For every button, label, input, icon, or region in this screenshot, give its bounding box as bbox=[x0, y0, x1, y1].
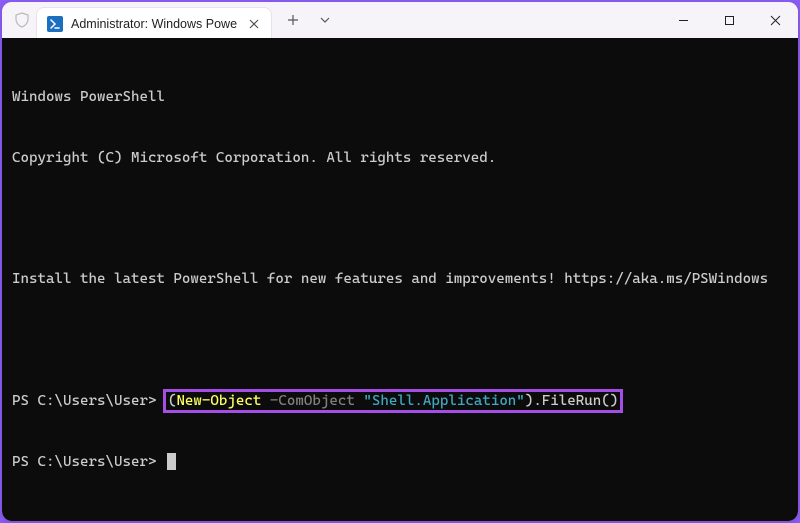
output-line: Copyright (C) Microsoft Corporation. All… bbox=[12, 148, 788, 168]
maximize-button[interactable] bbox=[706, 2, 752, 38]
output-line: Windows PowerShell bbox=[12, 87, 788, 107]
close-icon bbox=[770, 15, 781, 26]
token-parameter: -ComObject bbox=[270, 393, 355, 409]
powershell-icon bbox=[47, 16, 63, 32]
highlighted-command: (New-Object -ComObject "Shell.Applicatio… bbox=[163, 389, 623, 413]
token-string: "Shell.Application" bbox=[363, 393, 524, 409]
command-line: PS C:\Users\User> (New-Object -ComObject… bbox=[12, 391, 788, 411]
tab-dropdown-button[interactable] bbox=[310, 5, 340, 35]
close-icon bbox=[249, 19, 259, 29]
prompt: PS C:\Users\User> bbox=[12, 454, 165, 470]
tab-close-button[interactable] bbox=[245, 15, 263, 33]
app-menu-icon[interactable] bbox=[8, 2, 36, 38]
terminal-window: Administrator: Windows Powe bbox=[2, 2, 798, 521]
minimize-icon bbox=[678, 15, 689, 26]
blank-line bbox=[12, 209, 788, 229]
window-controls bbox=[660, 2, 798, 38]
tab-active[interactable]: Administrator: Windows Powe bbox=[36, 7, 272, 39]
chevron-down-icon bbox=[320, 15, 330, 25]
tab-title: Administrator: Windows Powe bbox=[71, 17, 237, 31]
blank-line bbox=[12, 330, 788, 350]
plus-icon bbox=[287, 14, 299, 26]
minimize-button[interactable] bbox=[660, 2, 706, 38]
cursor bbox=[167, 453, 176, 470]
tab-controls bbox=[272, 2, 340, 38]
token-space bbox=[261, 393, 270, 409]
window-close-button[interactable] bbox=[752, 2, 798, 38]
token-cmdlet: New-Object bbox=[176, 393, 261, 409]
shield-icon bbox=[14, 12, 30, 28]
maximize-icon bbox=[724, 15, 735, 26]
titlebar: Administrator: Windows Powe bbox=[2, 2, 798, 38]
output-line: Install the latest PowerShell for new fe… bbox=[12, 269, 788, 289]
terminal-body[interactable]: Windows PowerShell Copyright (C) Microso… bbox=[2, 38, 798, 521]
command-line: PS C:\Users\User> bbox=[12, 452, 788, 472]
prompt: PS C:\Users\User> bbox=[12, 393, 165, 409]
token-method: .FileRun() bbox=[533, 393, 618, 409]
new-tab-button[interactable] bbox=[278, 5, 308, 35]
